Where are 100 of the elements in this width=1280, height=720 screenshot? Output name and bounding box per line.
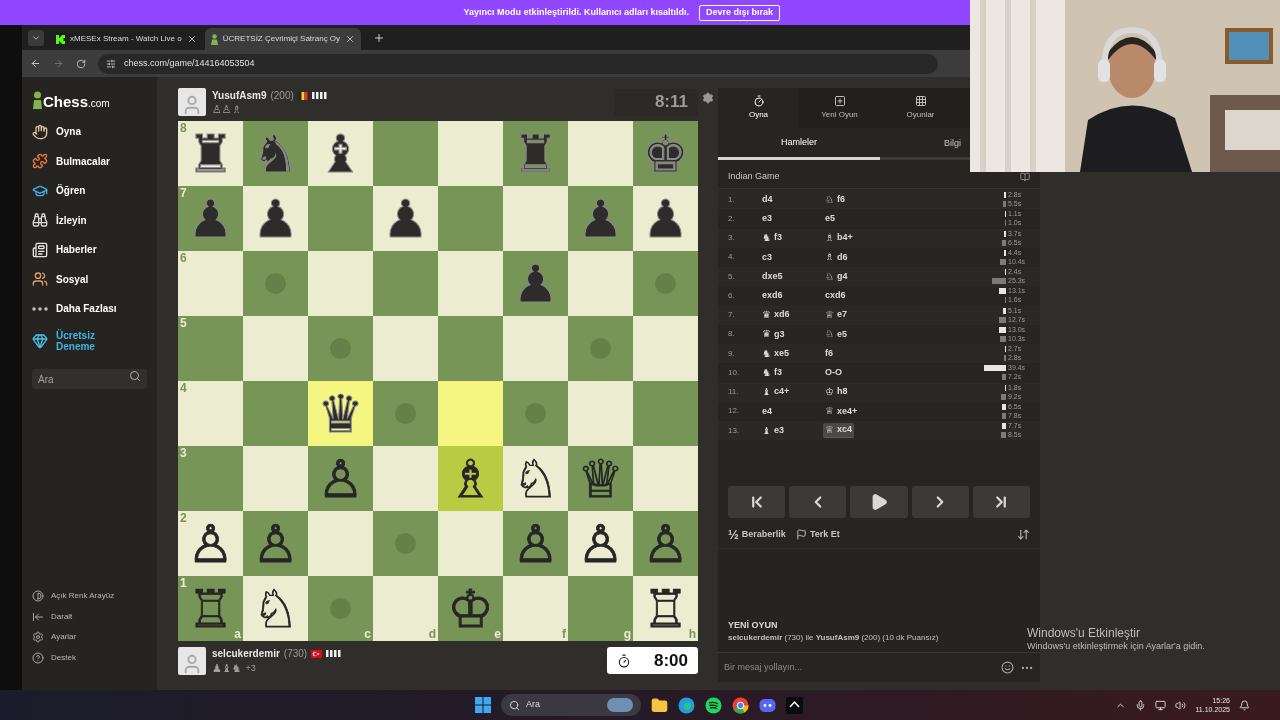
move-button[interactable]: c3 <box>760 249 774 265</box>
board-square[interactable]: ♙ <box>503 511 568 576</box>
board-square[interactable]: ♚ <box>633 121 698 186</box>
board-square[interactable] <box>568 381 633 446</box>
sidebar-item[interactable]: Sosyal <box>32 264 147 294</box>
move-button[interactable]: e3 <box>760 211 774 227</box>
close-icon[interactable] <box>345 34 356 44</box>
chess-piece[interactable]: ♖ <box>642 580 689 637</box>
board-square[interactable] <box>373 511 438 576</box>
board-square[interactable]: ♜ <box>503 121 568 186</box>
move-button[interactable]: d4 <box>760 192 775 208</box>
move-button[interactable]: ♛ g3 <box>760 326 787 342</box>
move-button[interactable]: exd6 <box>760 288 785 304</box>
book-icon[interactable] <box>1020 171 1030 182</box>
play-button[interactable] <box>850 486 908 519</box>
chess-piece[interactable]: ♛ <box>317 385 364 442</box>
chess-piece[interactable]: ♘ <box>252 580 299 637</box>
move-button[interactable]: cxd6 <box>823 288 848 304</box>
sidebar-link[interactable]: Destek <box>32 647 147 668</box>
chess-piece[interactable]: ♘ <box>512 450 559 507</box>
move-button[interactable]: ♕ xc4 <box>823 423 854 439</box>
nav-tab[interactable]: Oyna <box>718 88 799 128</box>
board-square[interactable]: ♞ <box>243 121 308 186</box>
board-square[interactable] <box>503 381 568 446</box>
chess-piece[interactable]: ♞ <box>252 125 299 182</box>
chess-piece[interactable]: ♖ <box>187 580 234 637</box>
music-app-icon[interactable] <box>705 696 722 714</box>
app-icon[interactable] <box>786 696 803 714</box>
move-button[interactable]: ♘ e5 <box>823 326 849 342</box>
tab-list-button[interactable] <box>28 29 44 46</box>
last-move-button[interactable] <box>972 486 1030 519</box>
board-square[interactable] <box>438 186 503 251</box>
board-square[interactable] <box>503 186 568 251</box>
chess-piece[interactable]: ♟ <box>252 190 299 247</box>
board-square[interactable] <box>633 446 698 511</box>
board-square[interactable] <box>308 511 373 576</box>
move-button[interactable]: O-O <box>823 365 844 381</box>
board-square[interactable] <box>438 511 503 576</box>
move-button[interactable]: f6 <box>823 346 835 362</box>
sidebar-item[interactable]: İzleyin <box>32 205 147 235</box>
chat-input[interactable]: Bir mesaj yollayın... <box>724 660 995 675</box>
reload-icon[interactable] <box>76 58 86 69</box>
sidebar-link[interactable]: Daralt <box>32 606 147 627</box>
chess-piece[interactable]: ♟ <box>642 190 689 247</box>
browser-icon[interactable] <box>678 696 695 714</box>
move-button[interactable]: ♗ b4+ <box>823 230 855 246</box>
board-square[interactable] <box>373 316 438 381</box>
opening-name[interactable]: Indian Game <box>728 169 780 184</box>
board-square[interactable] <box>243 316 308 381</box>
sidebar-item[interactable]: Ücretsiz Deneme <box>32 323 147 358</box>
player-name[interactable]: YusufAsm9 <box>212 88 267 103</box>
board-square[interactable] <box>568 251 633 316</box>
chess-piece[interactable]: ♙ <box>317 450 364 507</box>
notification-icon[interactable] <box>1239 699 1250 711</box>
draw-button[interactable]: ½ Beraberlik <box>728 527 786 541</box>
back-icon[interactable] <box>30 58 41 69</box>
sidebar-link[interactable]: Açık Renk Arayüz <box>32 586 147 607</box>
move-button[interactable]: ♘ g4 <box>823 269 850 285</box>
board-square[interactable]: ♙ <box>308 446 373 511</box>
board-square[interactable] <box>243 251 308 316</box>
board-square[interactable] <box>633 251 698 316</box>
board-square[interactable] <box>438 251 503 316</box>
microphone-icon[interactable] <box>1135 699 1147 711</box>
chess-piece[interactable]: ♟ <box>512 255 559 312</box>
sidebar-link[interactable]: Ayarlar <box>32 627 147 648</box>
moves-tab[interactable]: Bilgi <box>942 128 963 160</box>
board-square[interactable] <box>438 381 503 446</box>
board-square[interactable]: ♘ <box>243 576 308 641</box>
move-button[interactable]: ♝ c4+ <box>760 384 792 400</box>
moves-tab[interactable]: Hamleler <box>718 128 880 160</box>
windows-logo-icon[interactable] <box>475 697 491 713</box>
move-button[interactable]: ♗ d6 <box>823 249 850 265</box>
board-square[interactable] <box>568 316 633 381</box>
board-square[interactable]: ♟ <box>243 186 308 251</box>
move-button[interactable]: e5 <box>823 211 837 227</box>
board-square[interactable]: ♘ <box>503 446 568 511</box>
board-square[interactable] <box>373 446 438 511</box>
chess-logo[interactable]: Chess.com <box>32 89 147 109</box>
sidebar-item[interactable]: Bulmacalar <box>32 146 147 176</box>
search-field[interactable]: Ara <box>32 369 147 389</box>
board-square[interactable] <box>373 251 438 316</box>
move-button[interactable]: ♝ e3 <box>760 423 786 439</box>
chess-piece[interactable]: ♙ <box>642 515 689 572</box>
board-square[interactable]: ♗ <box>438 446 503 511</box>
taskbar-search-field[interactable]: Ara <box>501 694 641 716</box>
player-name[interactable]: selcukerdemir <box>212 646 280 661</box>
board-square[interactable]: ♟ <box>503 251 568 316</box>
chess-piece[interactable]: ♚ <box>642 125 689 182</box>
move-button[interactable]: e4 <box>760 403 774 419</box>
chess-piece[interactable]: ♝ <box>317 125 364 182</box>
board-square[interactable] <box>438 121 503 186</box>
board-square[interactable]: ♟ <box>568 186 633 251</box>
chess-piece[interactable]: ♙ <box>512 515 559 572</box>
new-tab-icon[interactable] <box>373 31 386 44</box>
board-square[interactable] <box>243 381 308 446</box>
chess-piece[interactable]: ♙ <box>577 515 624 572</box>
resign-button[interactable]: Terk Et <box>795 527 840 541</box>
move-button[interactable]: ♘ f6 <box>823 192 847 208</box>
sidebar-item[interactable]: Haberler <box>32 235 147 265</box>
move-button[interactable]: ♕ e7 <box>823 307 849 323</box>
